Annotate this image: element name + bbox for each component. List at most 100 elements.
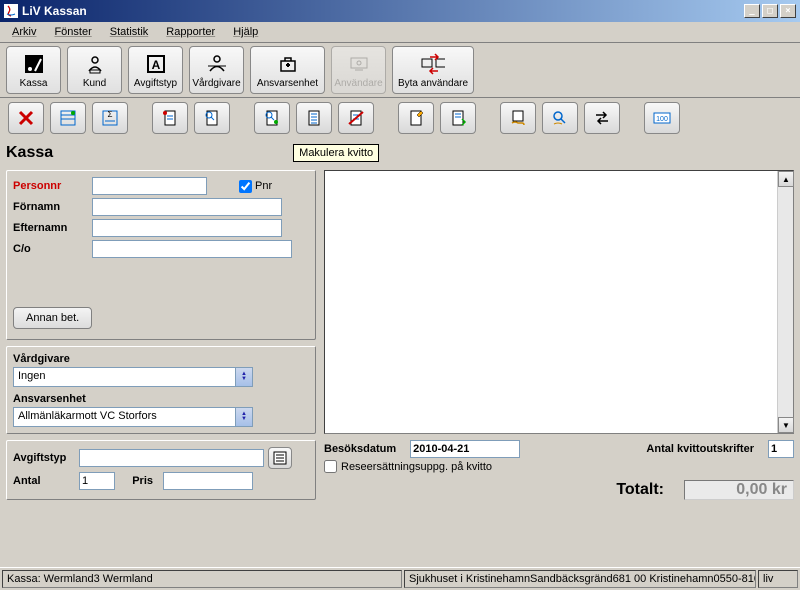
toolbar-byta-label: Byta användare xyxy=(398,78,468,89)
efternamn-label: Efternamn xyxy=(13,222,88,234)
toolbar-ansvarsenhet[interactable]: Ansvarsenhet xyxy=(250,46,325,94)
byta-icon xyxy=(421,52,445,76)
toolbar-kassa-label: Kassa xyxy=(20,78,48,89)
dropdown-arrows-icon: ▲▼ xyxy=(235,367,253,387)
toolbar-kassa[interactable]: Kassa xyxy=(6,46,61,94)
maximize-button[interactable]: □ xyxy=(762,4,778,18)
icon-btn-10[interactable] xyxy=(440,102,476,134)
vertical-scrollbar[interactable]: ▲ ▼ xyxy=(777,171,793,433)
search-hand-icon xyxy=(551,109,569,127)
co-label: C/o xyxy=(13,243,88,255)
money-icon: 100 xyxy=(652,109,672,127)
vardgivare-value: Ingen xyxy=(13,367,235,387)
fornamn-input[interactable] xyxy=(92,198,282,216)
menu-arkiv[interactable]: Arkiv xyxy=(4,24,44,40)
menu-statistik[interactable]: Statistik xyxy=(102,24,157,40)
close-button[interactable]: × xyxy=(780,4,796,18)
pris-input[interactable] xyxy=(163,472,253,490)
besoksdatum-input[interactable] xyxy=(410,440,520,458)
ansvarsenhet-value: Allmänläkarmott VC Storfors xyxy=(13,407,235,427)
reseers-checkbox[interactable] xyxy=(324,460,337,473)
avgiftstyp-input[interactable] xyxy=(79,449,264,467)
avgift-panel: Avgiftstyp Antal Pris xyxy=(6,440,316,500)
toolbar-anvandare[interactable]: Användare xyxy=(331,46,386,94)
totalt-value: 0,00 kr xyxy=(684,480,794,500)
status-mid: Sjukhuset i KristinehamnSandbäcksgränd68… xyxy=(404,570,756,588)
doc-search-icon xyxy=(203,109,221,127)
efternamn-input[interactable] xyxy=(92,219,282,237)
icon-btn-12[interactable] xyxy=(542,102,578,134)
swap-icon xyxy=(593,109,611,127)
vardgivare-dropdown[interactable]: Ingen ▲▼ xyxy=(13,367,253,387)
section-title: Kassa xyxy=(6,144,53,162)
doc-lines-icon xyxy=(305,109,323,127)
toolbar-byta[interactable]: Byta användare xyxy=(392,46,474,94)
antal-kvitto-label: Antal kvittoutskrifter xyxy=(646,443,754,455)
doc-icon-1 xyxy=(161,109,179,127)
icon-btn-13[interactable] xyxy=(584,102,620,134)
pnr-checkbox[interactable] xyxy=(239,180,252,193)
besoksdatum-label: Besöksdatum xyxy=(324,443,396,455)
avgiftstyp-lookup-button[interactable] xyxy=(268,447,292,469)
title-bar: LiV Kassan _ □ × xyxy=(0,0,800,22)
icon-btn-14[interactable]: 100 xyxy=(644,102,680,134)
icon-toolbar: Σ 100 xyxy=(0,98,800,138)
icon-btn-8[interactable] xyxy=(338,102,374,134)
menu-hjalp[interactable]: Hjälp xyxy=(225,24,266,40)
co-input[interactable] xyxy=(92,240,292,258)
doc-arrow-icon xyxy=(449,109,467,127)
icon-btn-11[interactable] xyxy=(500,102,536,134)
icon-btn-3[interactable]: Σ xyxy=(92,102,128,134)
toolbar-kund[interactable]: Kund xyxy=(67,46,122,94)
scroll-up-icon[interactable]: ▲ xyxy=(778,171,794,187)
sum-icon: Σ xyxy=(101,109,119,127)
window-title: LiV Kassan xyxy=(22,4,87,18)
pnr-label: Pnr xyxy=(255,180,272,192)
menu-rapporter[interactable]: Rapporter xyxy=(158,24,223,40)
minimize-button[interactable]: _ xyxy=(744,4,760,18)
vardgivare-label: Vårdgivare xyxy=(13,353,309,365)
icon-btn-9[interactable] xyxy=(398,102,434,134)
icon-btn-4[interactable] xyxy=(152,102,188,134)
antal-input[interactable] xyxy=(79,472,115,490)
scroll-down-icon[interactable]: ▼ xyxy=(778,417,794,433)
personnr-input[interactable] xyxy=(92,177,207,195)
icon-btn-5[interactable] xyxy=(194,102,230,134)
fornamn-label: Förnamn xyxy=(13,201,88,213)
annan-bet-button[interactable]: Annan bet. xyxy=(13,307,92,329)
toolbar-ansvarsenhet-label: Ansvarsenhet xyxy=(257,78,318,89)
menu-fonster[interactable]: Fönster xyxy=(46,24,99,40)
toolbar-avgiftstyp[interactable]: A Avgiftstyp xyxy=(128,46,183,94)
vardgivare-icon xyxy=(205,52,229,76)
toolbar-avgiftstyp-label: Avgiftstyp xyxy=(134,78,177,89)
status-left: Kassa: Wermland3 Wermland xyxy=(2,570,402,588)
ansvarsenhet-dropdown[interactable]: Allmänläkarmott VC Storfors ▲▼ xyxy=(13,407,253,427)
doc-strike-icon xyxy=(347,109,365,127)
toolbar-kund-label: Kund xyxy=(83,78,106,89)
doc-search-icon-2 xyxy=(263,109,281,127)
status-bar: Kassa: Wermland3 Wermland Sjukhuset i Kr… xyxy=(0,567,800,590)
icon-btn-2[interactable] xyxy=(50,102,86,134)
vardgivare-panel: Vårdgivare Ingen ▲▼ Ansvarsenhet Allmänl… xyxy=(6,346,316,434)
antal-label: Antal xyxy=(13,475,75,487)
ansvarsenhet-label: Ansvarsenhet xyxy=(13,393,309,405)
antal-kvitto-input[interactable] xyxy=(768,440,794,458)
doc-edit-icon xyxy=(407,109,425,127)
result-list[interactable]: ▲ ▼ xyxy=(324,170,794,434)
hand-doc-icon xyxy=(509,109,527,127)
toolbar-vardgivare-label: Vårdgivare xyxy=(192,78,240,89)
toolbar-anvandare-label: Användare xyxy=(334,78,382,89)
avgiftstyp-label: Avgiftstyp xyxy=(13,452,75,464)
pris-label: Pris xyxy=(119,475,159,487)
icon-btn-7[interactable] xyxy=(296,102,332,134)
dropdown-arrows-icon: ▲▼ xyxy=(235,407,253,427)
icon-btn-1[interactable] xyxy=(8,102,44,134)
kassa-icon xyxy=(22,52,46,76)
icon-btn-6[interactable] xyxy=(254,102,290,134)
java-icon xyxy=(4,4,18,18)
menu-bar: Arkiv Fönster Statistik Rapporter Hjälp xyxy=(0,22,800,43)
kund-icon xyxy=(83,52,107,76)
avgiftstyp-icon: A xyxy=(144,52,168,76)
status-right: liv xyxy=(758,570,798,588)
toolbar-vardgivare[interactable]: Vårdgivare xyxy=(189,46,244,94)
